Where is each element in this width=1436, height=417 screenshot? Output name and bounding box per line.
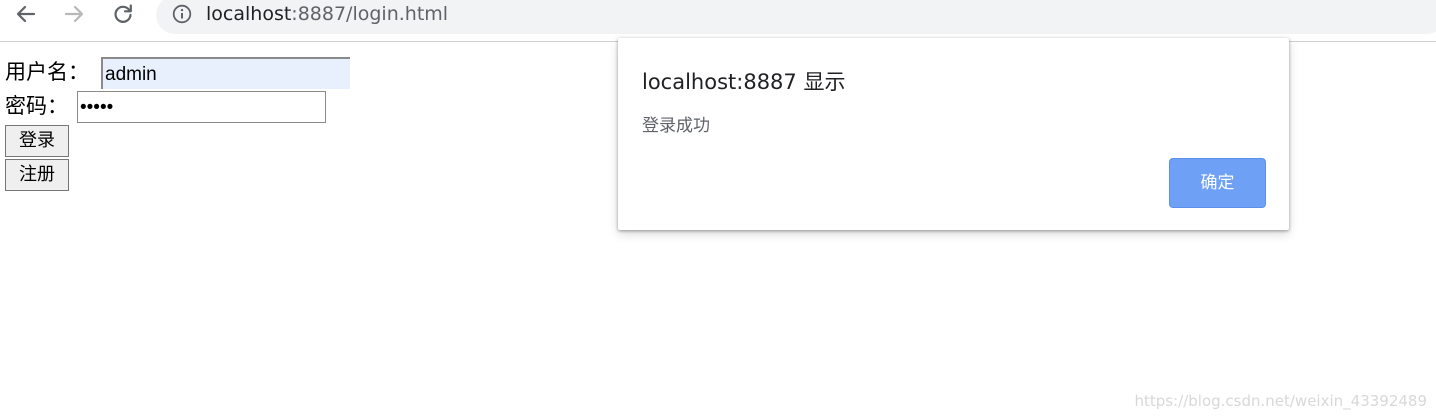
username-label: 用户名：: [5, 60, 89, 84]
url-text[interactable]: localhost:8887/login.html: [206, 2, 448, 26]
alert-message: 登录成功: [642, 116, 710, 136]
watermark: https://blog.csdn.net/weixin_43392489: [1134, 392, 1427, 410]
back-button[interactable]: [11, 0, 41, 28]
alert-dialog: localhost:8887 显示 登录成功 确定: [618, 38, 1289, 230]
arrow-left-icon: [16, 5, 36, 23]
login-button[interactable]: 登录: [5, 125, 69, 157]
forward-button[interactable]: [59, 0, 89, 28]
ok-button[interactable]: 确定: [1169, 158, 1266, 208]
reload-button[interactable]: [108, 0, 138, 28]
username-input[interactable]: [101, 57, 350, 89]
url-host: localhost: [206, 3, 292, 25]
info-icon[interactable]: [172, 4, 192, 24]
browser-toolbar: localhost:8887/login.html: [0, 0, 1436, 42]
reload-icon: [114, 4, 132, 23]
password-input[interactable]: [77, 91, 326, 123]
arrow-right-icon: [64, 5, 84, 23]
alert-title: localhost:8887 显示: [642, 70, 846, 94]
register-button[interactable]: 注册: [5, 159, 69, 191]
password-label: 密码：: [5, 94, 68, 118]
url-path: :8887/login.html: [291, 3, 449, 25]
